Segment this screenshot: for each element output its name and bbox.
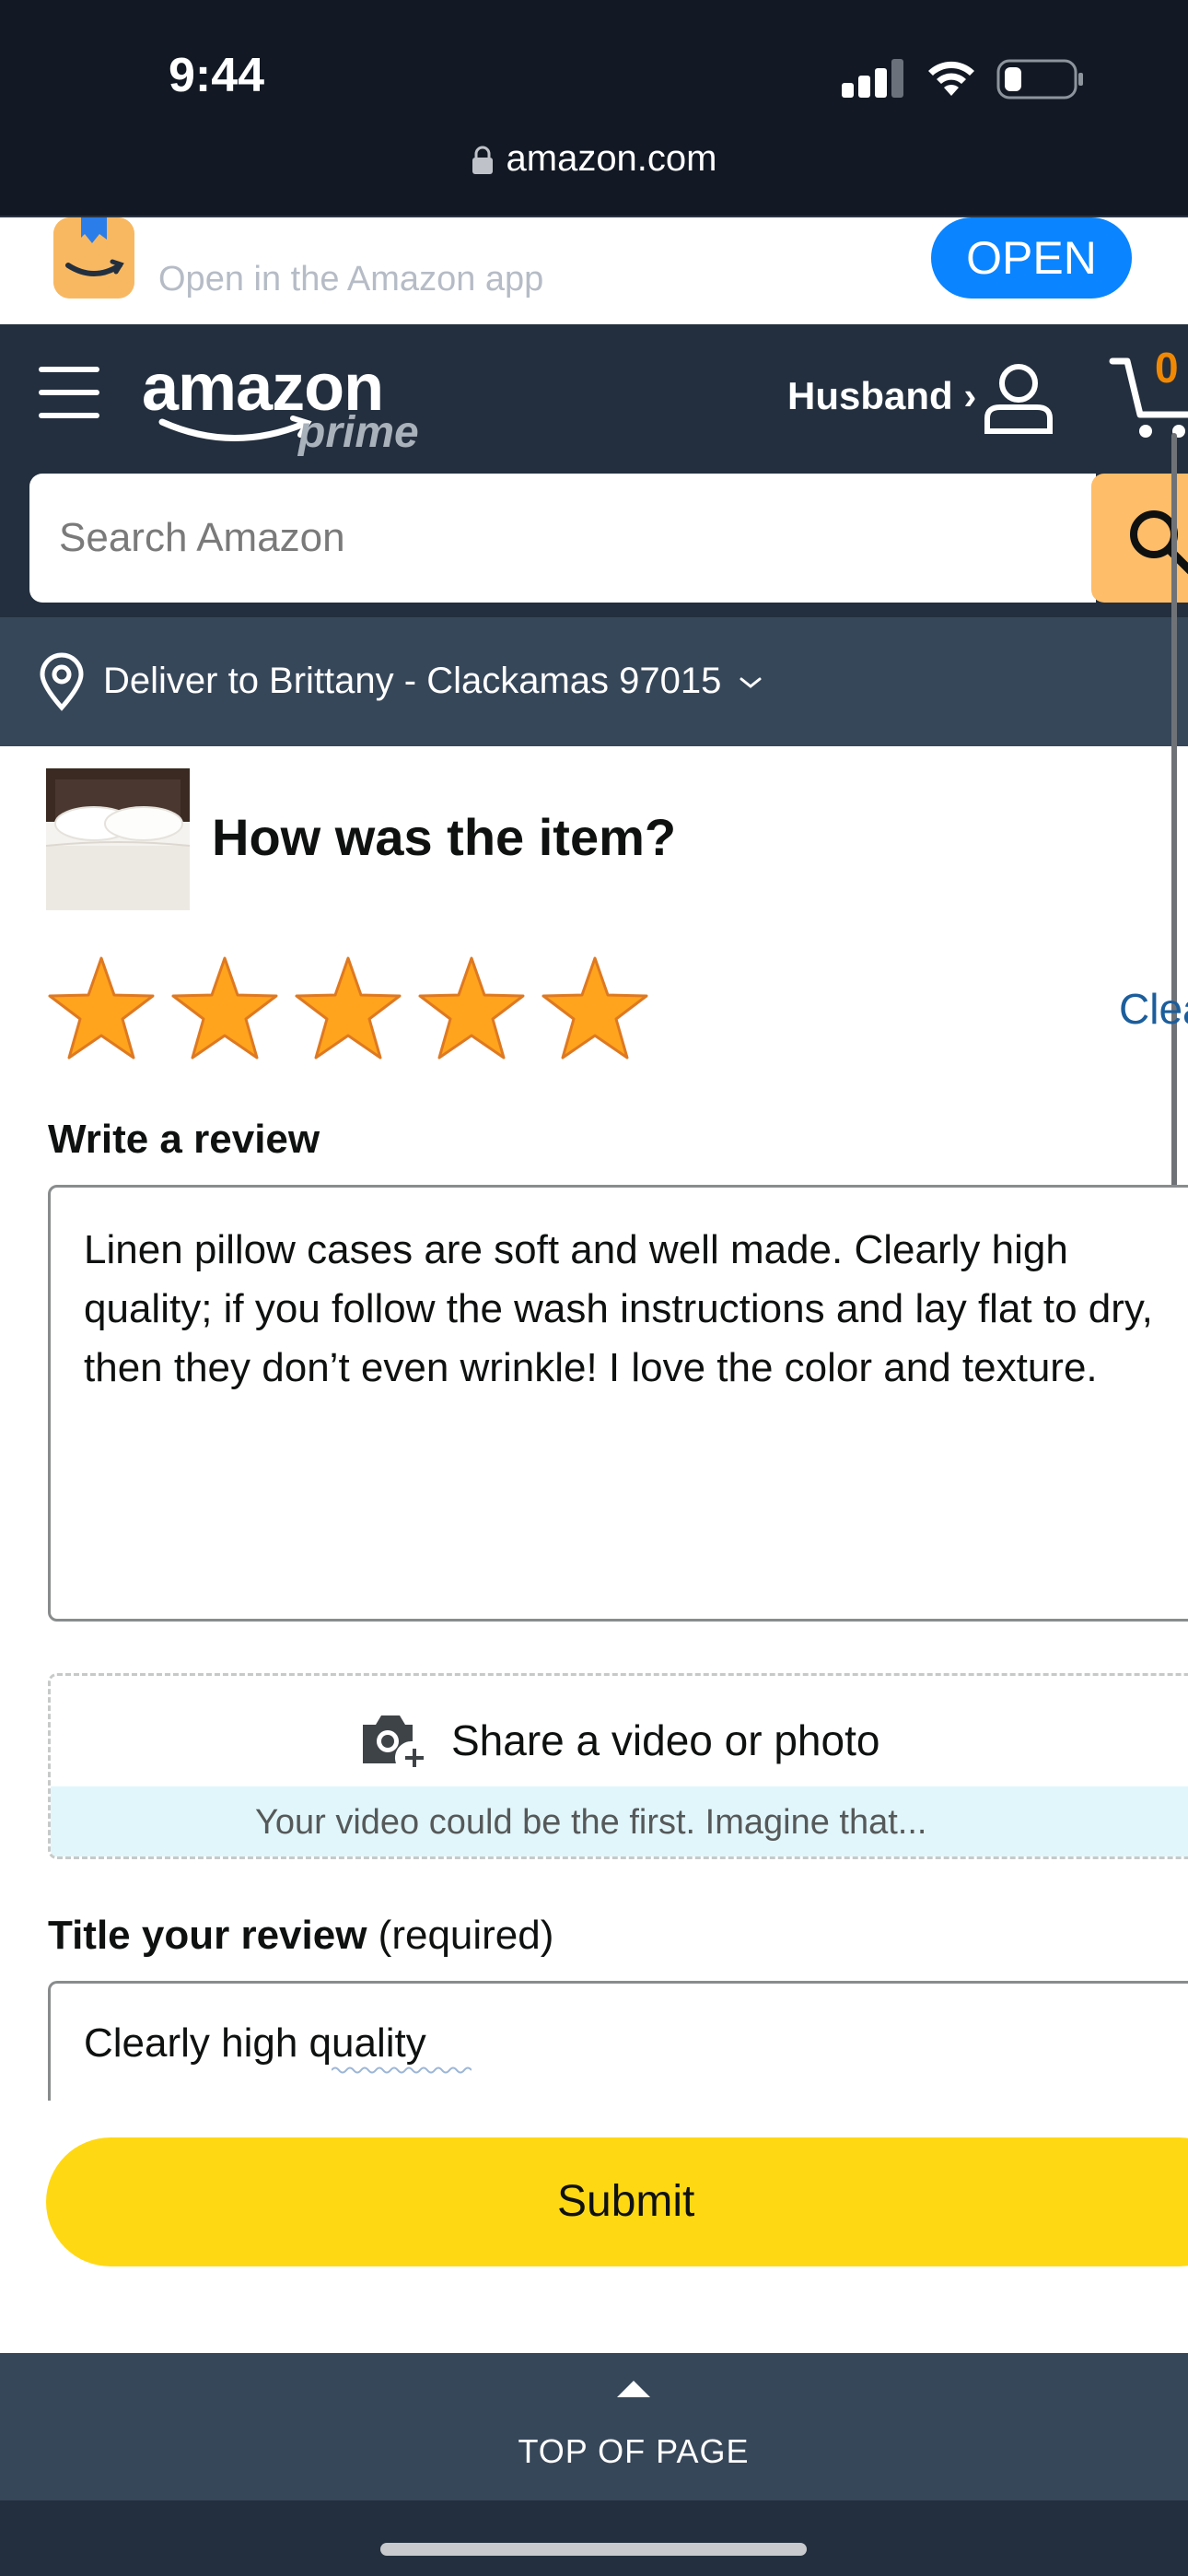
- star-4-icon[interactable]: [416, 954, 527, 1065]
- battery-icon: [996, 59, 1083, 100]
- star-3-icon[interactable]: [293, 954, 403, 1065]
- star-2-icon[interactable]: [169, 954, 280, 1065]
- back-to-top-label: TOP OF PAGE: [518, 2432, 750, 2470]
- review-question-heading: How was the item?: [212, 808, 677, 866]
- submit-button[interactable]: Submit: [46, 2137, 1188, 2266]
- hamburger-menu-icon[interactable]: [39, 365, 101, 420]
- app-banner-title: Amazon Shopping: [158, 212, 490, 257]
- review-title-input[interactable]: Clearly high quality: [48, 1981, 1188, 2101]
- smile-arrow-icon: [158, 416, 312, 441]
- caret-up-icon: [617, 2381, 650, 2397]
- browser-chrome: [0, 0, 1188, 217]
- account-name-link[interactable]: Husband ›: [787, 374, 976, 418]
- spellcheck-underline: [332, 2067, 472, 2074]
- review-title-value: Clearly high quality: [84, 2020, 426, 2066]
- clear-rating-link[interactable]: Clea: [1119, 984, 1188, 1034]
- status-time: 9:44: [169, 49, 265, 102]
- cellular-signal-icon: [842, 59, 903, 98]
- wifi-icon: [928, 61, 974, 96]
- footer-strip: [0, 2500, 1188, 2576]
- back-to-top-bar[interactable]: [0, 2353, 1188, 2500]
- amazon-app-icon: [53, 217, 134, 299]
- amazon-prime-logo[interactable]: amazon prime: [142, 350, 419, 461]
- location-pin-icon: [40, 652, 84, 711]
- review-textarea[interactable]: Linen pillow cases are soft and well mad…: [48, 1185, 1188, 1622]
- product-thumbnail: [46, 768, 190, 910]
- deliver-address: Deliver to Brittany - Clackamas 97015: [103, 661, 722, 701]
- star-rating[interactable]: [46, 954, 663, 1074]
- account-icon[interactable]: [982, 361, 1055, 435]
- star-5-icon[interactable]: [540, 954, 650, 1065]
- media-upload-hint: Your video could be the first. Imagine t…: [255, 1803, 927, 1842]
- app-banner-subtitle: Open in the Amazon app: [158, 260, 544, 299]
- home-indicator: [380, 2543, 807, 2556]
- search-icon: [1130, 510, 1188, 575]
- lock-icon: [472, 146, 493, 175]
- required-note: (required): [367, 1913, 554, 1958]
- cart-count: 0: [1155, 344, 1179, 392]
- review-title-label-main: Title your review: [48, 1913, 367, 1958]
- search-input[interactable]: [29, 474, 1096, 603]
- chevron-down-icon: [740, 677, 762, 689]
- write-review-label: Write a review: [48, 1117, 320, 1162]
- open-app-button[interactable]: OPEN: [931, 217, 1132, 299]
- logo-prime-text: prime: [298, 408, 419, 457]
- url-text: amazon.com: [506, 138, 717, 179]
- star-1-icon[interactable]: [46, 954, 157, 1065]
- camera-add-icon: [363, 1715, 424, 1767]
- submit-label: Submit: [557, 2177, 695, 2226]
- review-title-label: Title your review (required): [48, 1913, 553, 1959]
- deliver-to-text: Deliver to Brittany - Clackamas 97015: [103, 661, 763, 702]
- media-upload-label: Share a video or photo: [451, 1716, 880, 1764]
- url-bar[interactable]: amazon.com: [0, 138, 1188, 180]
